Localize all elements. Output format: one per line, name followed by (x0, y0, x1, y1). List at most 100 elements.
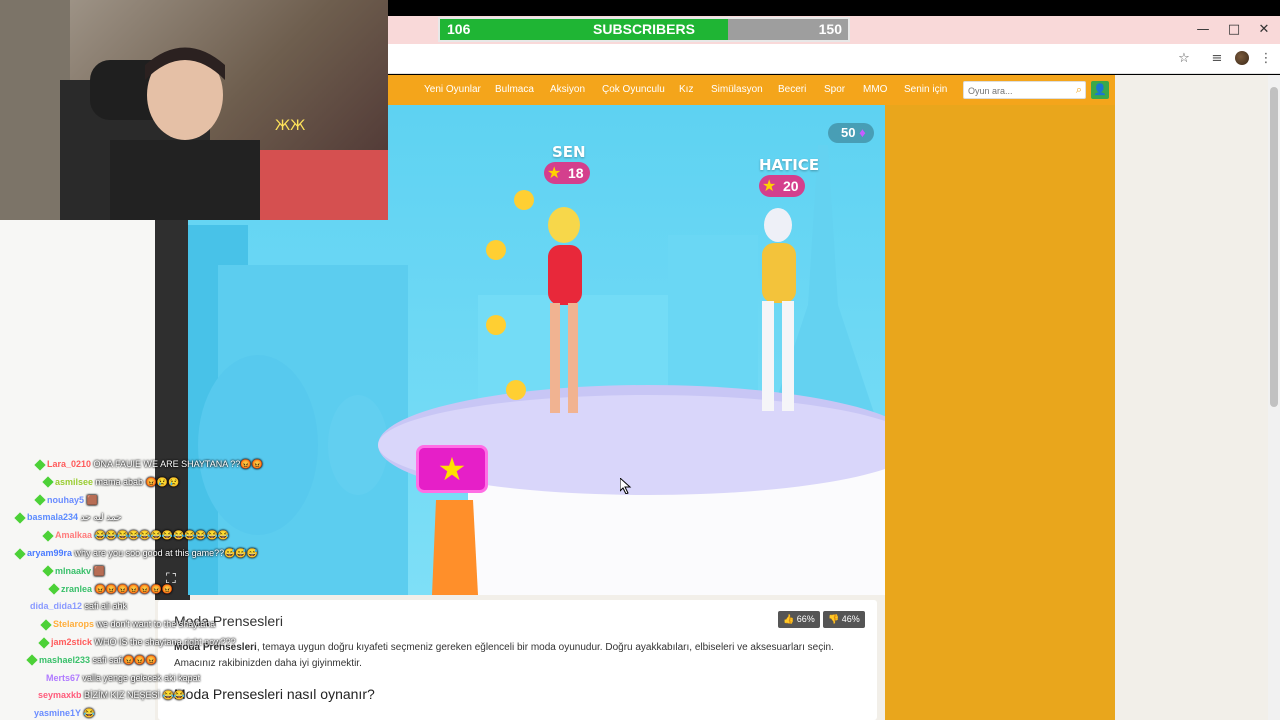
nav-aksiyon[interactable]: Aksiyon (550, 84, 585, 95)
nav-spor[interactable]: Spor (824, 84, 845, 95)
close-icon[interactable]: ✕ (1252, 20, 1276, 40)
like-button[interactable]: 👍 66% (778, 611, 820, 628)
chat-text: 😂 (81, 708, 95, 719)
chat-text: safi safi😡😡😡 (90, 654, 157, 665)
chat-message: aryam99ra why are you soo good at this g… (14, 544, 258, 562)
nav-bulmaca[interactable]: Bulmaca (495, 84, 534, 95)
scroll-thumb[interactable] (1270, 87, 1278, 407)
chat-username[interactable]: dida_dida12 (30, 601, 82, 611)
chat-message: Amalkaa 😂😂😂😂😂😂😂😂😂😂😂😂 (42, 526, 229, 544)
dislike-button[interactable]: 👎 46% (823, 611, 865, 628)
chat-message: basmala234 حمد ليه حد (14, 508, 122, 526)
player-name: SEN (552, 143, 586, 161)
player-model (548, 207, 580, 243)
chat-message: zranlea 😡😡😡😡😡😡😡 (48, 580, 173, 598)
neon-sign: ЖЖ (275, 118, 305, 134)
player-score: ★ 18 (544, 162, 590, 184)
chat-text: why are you soo good at this game??😅😅😅 (72, 548, 258, 558)
chat-username[interactable]: mashael233 (39, 655, 90, 665)
star-icon: ★ (547, 163, 562, 182)
chat-message: seymaxkb BİZİM KIZ NEŞESİ 😂😂 (38, 686, 185, 704)
media-icon[interactable]: ≡ (1207, 50, 1227, 68)
chat-username[interactable]: mlnaakv (55, 566, 91, 576)
chat-text: valla yenge gelecek aki kapat (80, 672, 201, 683)
chat-message: asmilsee mama abab 😡😢😢 (42, 473, 180, 491)
gem-count: 50 (841, 125, 856, 140)
nav-kiz[interactable]: Kız (679, 84, 693, 95)
chat-text: 🟫 (91, 565, 105, 576)
subscriber-label: SUBSCRIBERS (593, 21, 695, 37)
user-icon[interactable]: 👤 (1091, 81, 1109, 99)
nav-yeni-oyunlar[interactable]: Yeni Oyunlar (424, 84, 481, 95)
building (668, 235, 758, 395)
gem-icon: ♦ (859, 125, 866, 140)
maximize-icon[interactable]: □ (1222, 20, 1246, 40)
chat-username[interactable]: basmala234 (27, 512, 78, 522)
subscriber-count: 106 (447, 21, 471, 37)
menu-icon[interactable]: ⋮ (1256, 50, 1276, 68)
chat-text: حمد ليه حد (78, 512, 122, 523)
gem-counter: 50 ♦ (828, 123, 874, 143)
chat-message: Lara_0210 ONA FAUIE WE ARE SHAYTANA ??😡😡 (34, 455, 263, 473)
chat-message: mashael233 safi safi😡😡😡 (26, 651, 157, 669)
dislike-percent: 46% (841, 614, 860, 624)
subscriber-badge-icon (26, 654, 38, 667)
star-icon: ★ (762, 176, 777, 195)
wall (0, 0, 70, 220)
emoji (514, 190, 534, 210)
emoji (506, 380, 526, 400)
hand (432, 500, 478, 595)
scrollbar[interactable] (1268, 75, 1280, 720)
search-input[interactable] (968, 84, 1068, 97)
profile-avatar[interactable] (1235, 51, 1249, 65)
subscriber-badge-icon (38, 636, 50, 649)
opponent-score-value: 20 (783, 178, 799, 194)
chat-username[interactable]: Merts67 (46, 673, 80, 683)
nav-cok-oyunculu[interactable]: Çok Oyunculu (602, 84, 665, 95)
nav-simulasyon[interactable]: Simülasyon (711, 84, 763, 95)
chat-text: mama abab 😡😢😢 (93, 476, 180, 487)
subscriber-badge-icon (42, 565, 54, 578)
emoji (486, 240, 506, 260)
chat-text: we don't want to the shaytana (94, 619, 216, 630)
subscriber-badge-icon (42, 476, 54, 489)
streamer-shirt (110, 140, 260, 220)
player-score-value: 18 (568, 165, 584, 181)
chat-username[interactable]: zranlea (61, 584, 92, 594)
chat-text: ONA FAUIE WE ARE SHAYTANA ??😡😡 (91, 459, 263, 469)
chat-text: WHO IS the shaytana right now??? (92, 637, 236, 647)
opponent-score: ★ 20 (759, 175, 805, 197)
subscriber-badge-icon (42, 530, 54, 542)
chat-username[interactable]: asmilsee (55, 477, 93, 487)
nav-mmo[interactable]: MMO (863, 84, 887, 95)
subscriber-badge-icon (14, 547, 26, 560)
chat-username[interactable]: aryam99ra (27, 548, 72, 558)
chat-username[interactable]: jam2stick (51, 637, 92, 647)
chat-username[interactable]: Amalkaa (55, 530, 92, 540)
rating-sign: ★ (416, 445, 488, 493)
chat-username[interactable]: nouhay5 (47, 495, 84, 505)
chat-text: 😡😡😡😡😡😡😡 (92, 583, 173, 594)
subscriber-badge-icon (34, 458, 46, 471)
nav-senin-icin[interactable]: Senin için (904, 84, 947, 95)
subscriber-badge-icon (34, 494, 46, 506)
subscriber-badge-icon (14, 512, 26, 524)
subscriber-goal: 150 (818, 21, 842, 37)
search-icon[interactable]: ⌕ (1076, 83, 1082, 97)
search-box: ⌕ (963, 81, 1086, 99)
minimize-icon[interactable]: — (1191, 20, 1215, 40)
nav-beceri[interactable]: Beceri (778, 84, 806, 95)
chat-message: Merts67 valla yenge gelecek aki kapat (46, 669, 200, 687)
chat-username[interactable]: Lara_0210 (47, 459, 91, 469)
webcam-scene: ЖЖ (0, 0, 388, 220)
star-icon[interactable]: ☆ (1174, 50, 1194, 68)
chat-message: jam2stick WHO IS the shaytana right now?… (38, 633, 236, 651)
chat-text: 🟫 (84, 494, 98, 505)
chat-username[interactable]: yasmine1Y (34, 708, 81, 718)
chat-username[interactable]: Stelarops (53, 619, 94, 629)
right-sidebar (885, 105, 1115, 720)
chat-message: mlnaakv 🟫 (42, 562, 105, 580)
opponent-name: HATICE (759, 156, 820, 174)
chat-text: BİZİM KIZ NEŞESİ 😂😂 (81, 690, 185, 701)
chat-username[interactable]: seymaxkb (38, 690, 82, 700)
